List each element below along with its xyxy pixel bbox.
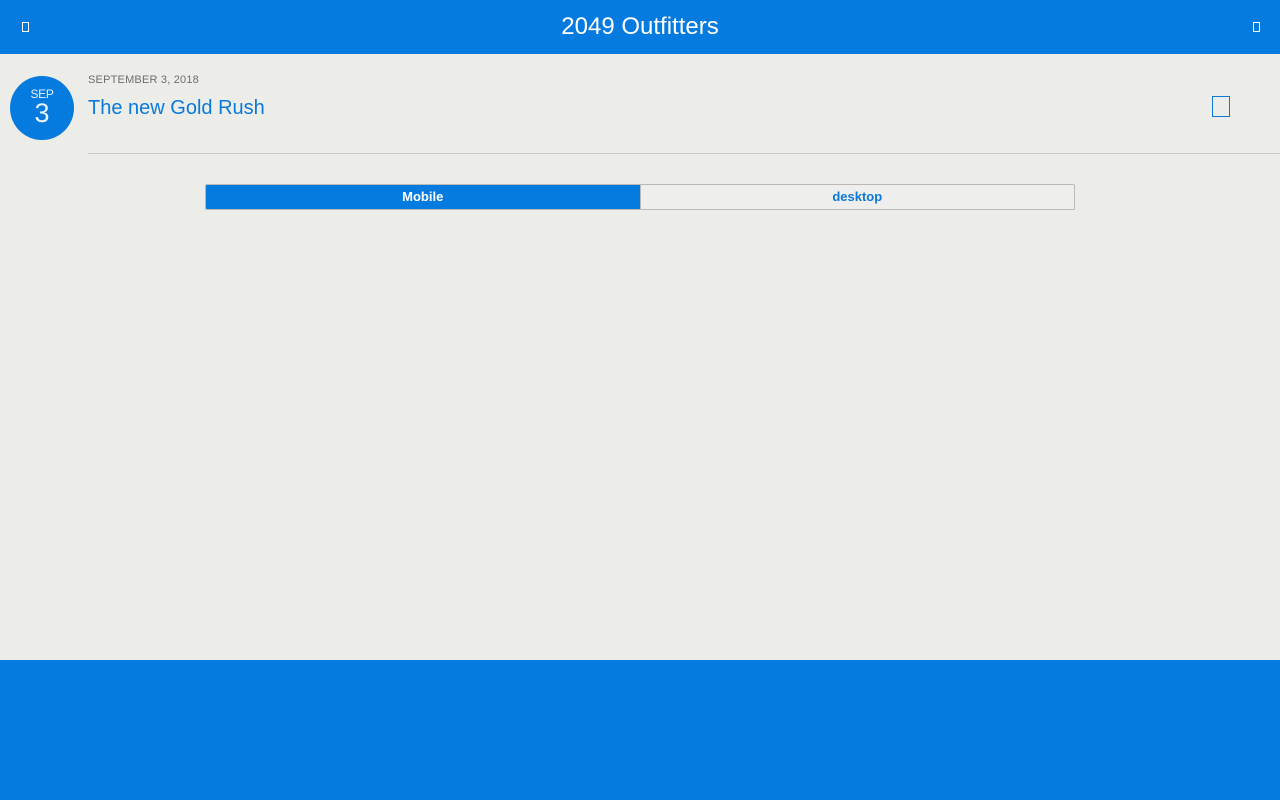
date-badge: SEP 3 [10,76,74,140]
view-toggle-desktop[interactable]: desktop [639,185,1074,209]
search-icon-glyph [1252,22,1260,32]
site-title[interactable]: 2049 Outfitters [0,0,1280,54]
post-date: SEPTEMBER 3, 2018 [88,74,200,86]
date-badge-day: 3 [34,98,50,128]
search-icon[interactable] [1248,19,1264,35]
app-header: 2049 Outfitters [0,0,1280,54]
post-title-link[interactable]: The new Gold Rush [88,97,265,120]
bookmark-icon[interactable] [1212,96,1230,117]
view-toggle-mobile[interactable]: Mobile [206,185,640,209]
divider [88,153,1280,154]
view-toggle: Mobile desktop [205,184,1075,210]
footer [0,660,1280,800]
